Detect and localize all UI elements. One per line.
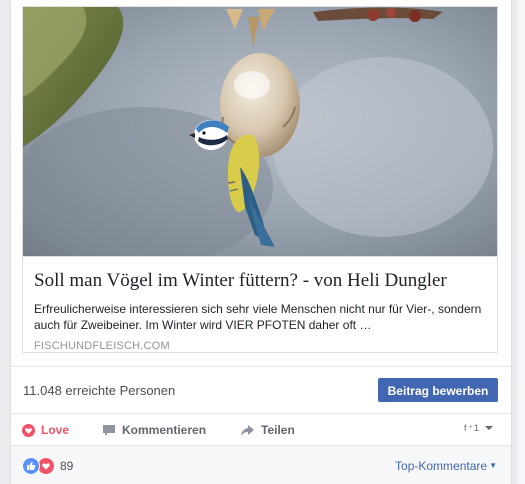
- heart-icon: [22, 423, 35, 437]
- blue-tit-photo: [23, 7, 497, 256]
- comment-label: Kommentieren: [122, 423, 207, 437]
- svg-text:+: +: [469, 425, 473, 431]
- love-button[interactable]: Love: [22, 422, 69, 438]
- svg-text:1: 1: [474, 423, 479, 433]
- link-preview[interactable]: Soll man Vögel im Winter füttern? - von …: [22, 6, 498, 353]
- sort-label: Top-Kommentare: [395, 459, 488, 473]
- link-domain: FISCHUNDFLEISCH.COM: [34, 340, 170, 352]
- comment-button[interactable]: Kommentieren: [102, 422, 206, 438]
- friends-icon: f + 1: [464, 423, 479, 433]
- reaction-summary[interactable]: 89: [22, 457, 73, 475]
- scroll-gutter: [517, 0, 525, 484]
- people-reached[interactable]: 11.048 erreichte Personen: [23, 383, 175, 398]
- comment-sort-dropdown[interactable]: Top-Kommentare ▼: [395, 459, 497, 473]
- share-arrow-icon: [240, 424, 255, 437]
- like-reaction-icon: [22, 457, 40, 475]
- link-text-block[interactable]: Soll man Vögel im Winter füttern? - von …: [23, 256, 497, 353]
- link-description: Erfreulicherweise interessieren sich seh…: [34, 302, 482, 332]
- share-label: Teilen: [261, 423, 295, 437]
- reactions-footer: 89 Top-Kommentare ▼: [11, 446, 511, 484]
- boost-post-button[interactable]: Beitrag bewerben: [378, 378, 498, 402]
- reach-row: 11.048 erreichte Personen Beitrag bewerb…: [11, 366, 511, 414]
- comment-icon: [102, 424, 116, 437]
- love-label: Love: [41, 423, 70, 437]
- reaction-count: 89: [60, 459, 74, 473]
- action-bar: Love Kommentieren Teilen f + 1: [11, 414, 511, 446]
- audience-selector[interactable]: f + 1: [464, 422, 494, 434]
- chevron-down-icon: [485, 426, 493, 430]
- svg-text:f: f: [464, 423, 467, 433]
- link-title[interactable]: Soll man Vögel im Winter füttern? - von …: [34, 270, 489, 292]
- link-image[interactable]: [23, 7, 497, 256]
- caret-down-icon: ▼: [489, 461, 497, 470]
- share-button[interactable]: Teilen: [240, 422, 295, 438]
